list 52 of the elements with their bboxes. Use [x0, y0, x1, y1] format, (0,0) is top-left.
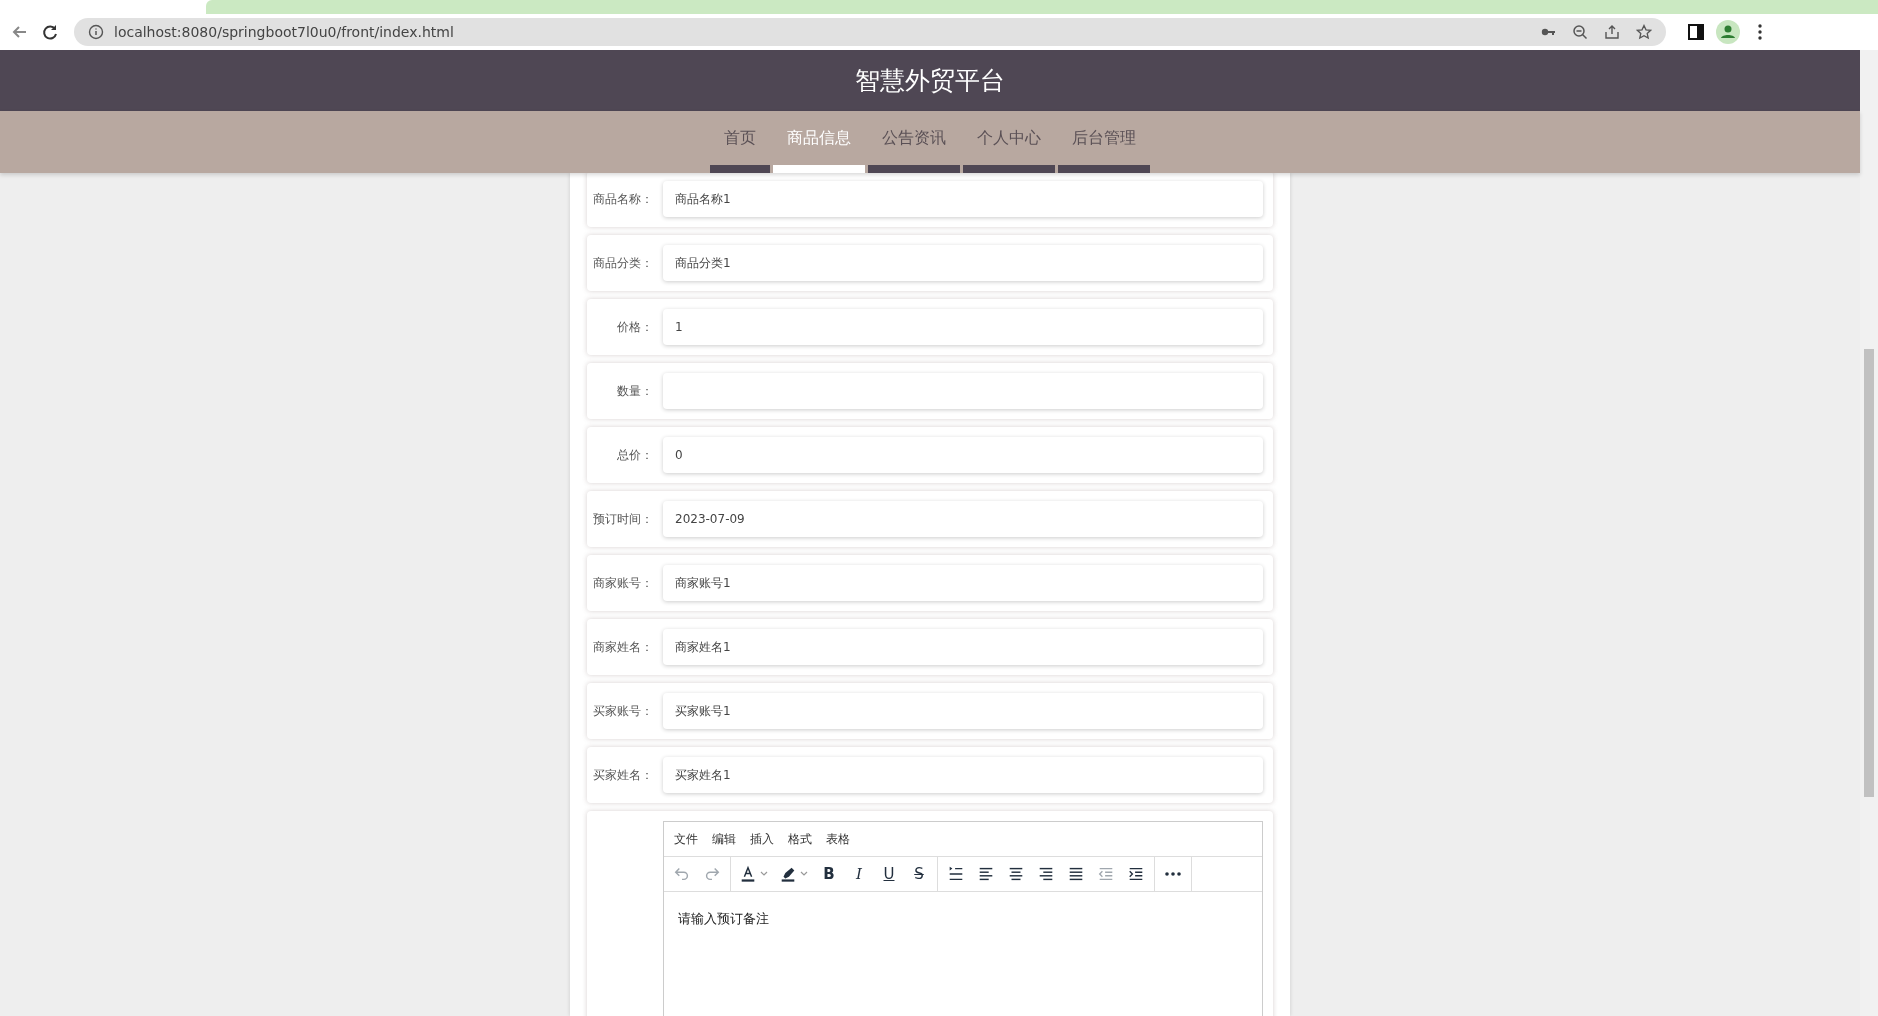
input-field[interactable]: 商品名称1: [663, 181, 1263, 217]
input-field[interactable]: 0: [663, 437, 1263, 473]
input-field[interactable]: 买家姓名1: [663, 757, 1263, 793]
indent-icon: [1127, 865, 1145, 883]
input-field[interactable]: 2023-07-09: [663, 501, 1263, 537]
editor-placeholder: 请输入预订备注: [678, 911, 769, 926]
site-title: 智慧外贸平台: [855, 65, 1005, 97]
share-icon[interactable]: [1604, 24, 1620, 40]
profile-avatar-icon[interactable]: [1716, 20, 1740, 44]
more-icon: [1165, 872, 1181, 876]
star-icon[interactable]: [1636, 24, 1652, 40]
info-icon[interactable]: [88, 24, 104, 40]
editor-menu-item[interactable]: 编辑: [712, 830, 736, 848]
input-field[interactable]: 商品分类1: [663, 245, 1263, 281]
text-color-icon: [739, 865, 757, 883]
field-label: 买家姓名：: [592, 766, 654, 784]
editor-text-area[interactable]: 请输入预订备注: [664, 892, 1262, 1016]
align-center-icon: [1007, 865, 1025, 883]
underline-button[interactable]: U: [875, 859, 903, 889]
scrollbar-thumb[interactable]: [1864, 349, 1874, 797]
bold-button[interactable]: B: [815, 859, 843, 889]
align-right-icon: [1037, 865, 1055, 883]
field-label: 总价：: [616, 446, 654, 464]
zoom-out-icon[interactable]: [1572, 24, 1588, 40]
field-label: 商品名称：: [592, 190, 654, 208]
input-field[interactable]: 1: [663, 309, 1263, 345]
outdent-icon: [1097, 865, 1115, 883]
align-left-icon: [977, 865, 995, 883]
input-field[interactable]: 商家姓名1: [663, 629, 1263, 665]
field-label: 商家姓名：: [592, 638, 654, 656]
field-label: 商家账号：: [592, 574, 654, 592]
sidebar-icon[interactable]: [1686, 22, 1706, 42]
undo-icon: [673, 865, 691, 883]
field-label: 数量：: [616, 382, 654, 400]
line-height-icon: [947, 865, 965, 883]
field-label: 价格：: [616, 318, 654, 336]
url-text: localhost:8080/springboot7l0u0/front/index.html: [114, 24, 454, 40]
editor-menu-item[interactable]: 插入: [750, 830, 774, 848]
editor-menu-item[interactable]: 表格: [826, 830, 850, 848]
editor-menu-item[interactable]: 文件: [674, 830, 698, 848]
strike-button[interactable]: S: [905, 859, 933, 889]
field-label: 商品分类：: [592, 254, 654, 272]
redo-icon: [703, 865, 721, 883]
address-bar[interactable]: localhost:8080/springboot7l0u0/front/index.html: [74, 18, 1666, 46]
italic-button[interactable]: I: [845, 859, 873, 889]
editor-menu-item[interactable]: 格式: [788, 830, 812, 848]
input-field[interactable]: 买家账号1: [663, 693, 1263, 729]
highlighter-icon: [779, 865, 797, 883]
field-label: 买家账号：: [592, 702, 654, 720]
input-field[interactable]: 商家账号1: [663, 565, 1263, 601]
field-label: 预订时间：: [592, 510, 654, 528]
justify-icon: [1067, 865, 1085, 883]
